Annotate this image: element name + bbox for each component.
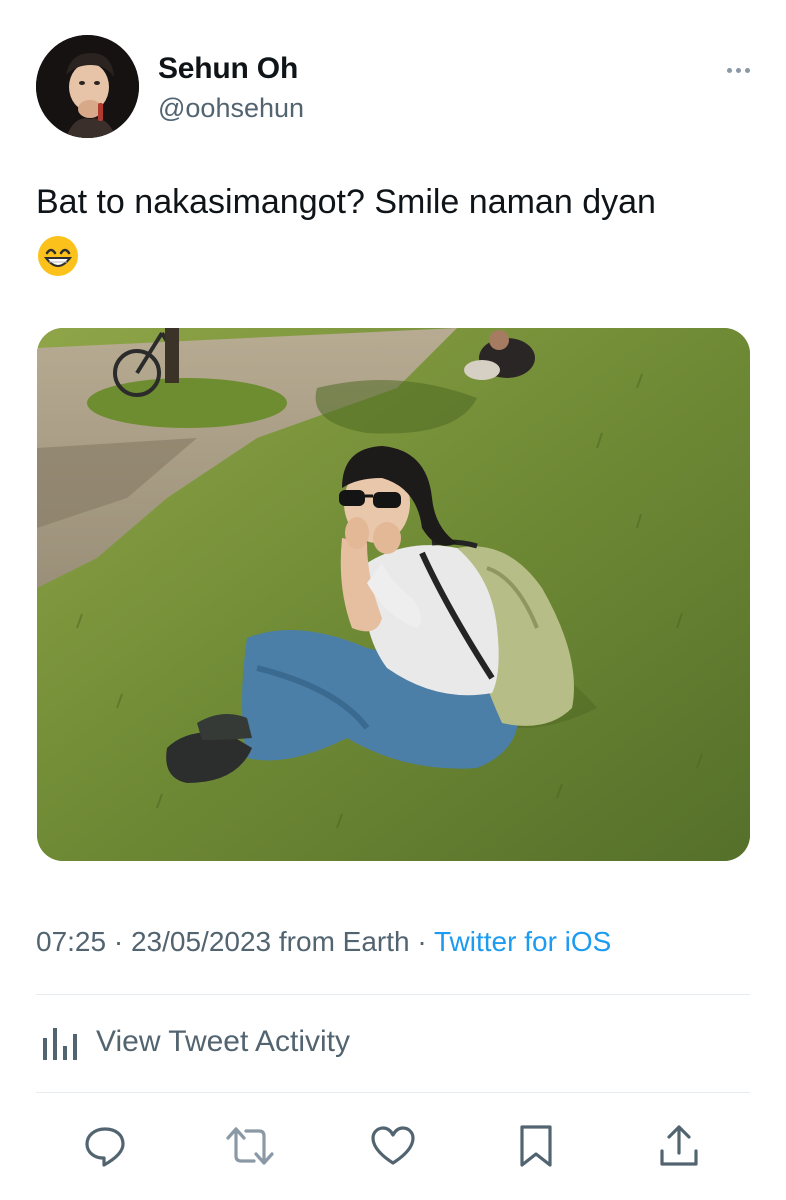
user-handle[interactable]: @oohsehun: [158, 93, 304, 124]
tweet-text-content: Bat to nakasimangot? Smile naman dyan: [36, 183, 656, 221]
bookmark-icon: [520, 1125, 552, 1167]
tweet-date: 23/05/2023: [130, 926, 272, 957]
reply-button[interactable]: [77, 1118, 133, 1174]
tweet-photo[interactable]: [37, 328, 750, 861]
photo-woman-sitting-on-grass-icon: [37, 328, 750, 861]
divider: [36, 1092, 750, 1093]
divider: [36, 994, 750, 995]
tweet-time: 07:25: [36, 926, 107, 957]
meta-separator: ·: [417, 926, 427, 957]
meta-separator: ·: [113, 926, 124, 957]
share-icon: [660, 1125, 698, 1166]
bar-chart-icon: [43, 1028, 77, 1060]
tweet-meta: 07:25 · 23/05/2023 from Earth · Twitter …: [36, 926, 611, 958]
share-button[interactable]: [651, 1118, 707, 1174]
retweet-button[interactable]: [222, 1118, 278, 1174]
tweet-source-link[interactable]: Twitter for iOS: [434, 926, 611, 957]
more-options-icon[interactable]: [718, 58, 758, 82]
heart-icon: [371, 1126, 415, 1165]
bookmark-button[interactable]: [508, 1118, 564, 1174]
view-tweet-activity-button[interactable]: View Tweet Activity: [40, 1024, 350, 1060]
tweet-location: from Earth: [278, 926, 410, 957]
profile-avatar-icon: [36, 35, 139, 138]
grinning-face-emoji-icon: [38, 236, 78, 276]
reply-icon: [85, 1127, 125, 1167]
retweet-icon: [226, 1127, 274, 1165]
like-button[interactable]: [365, 1118, 421, 1174]
tweet-action-bar: [0, 1118, 786, 1174]
view-tweet-activity-label: View Tweet Activity: [96, 1025, 351, 1058]
tweet-text: Bat to nakasimangot? Smile naman dyan: [36, 178, 756, 278]
avatar[interactable]: [36, 35, 139, 138]
display-name[interactable]: Sehun Oh: [158, 52, 298, 86]
